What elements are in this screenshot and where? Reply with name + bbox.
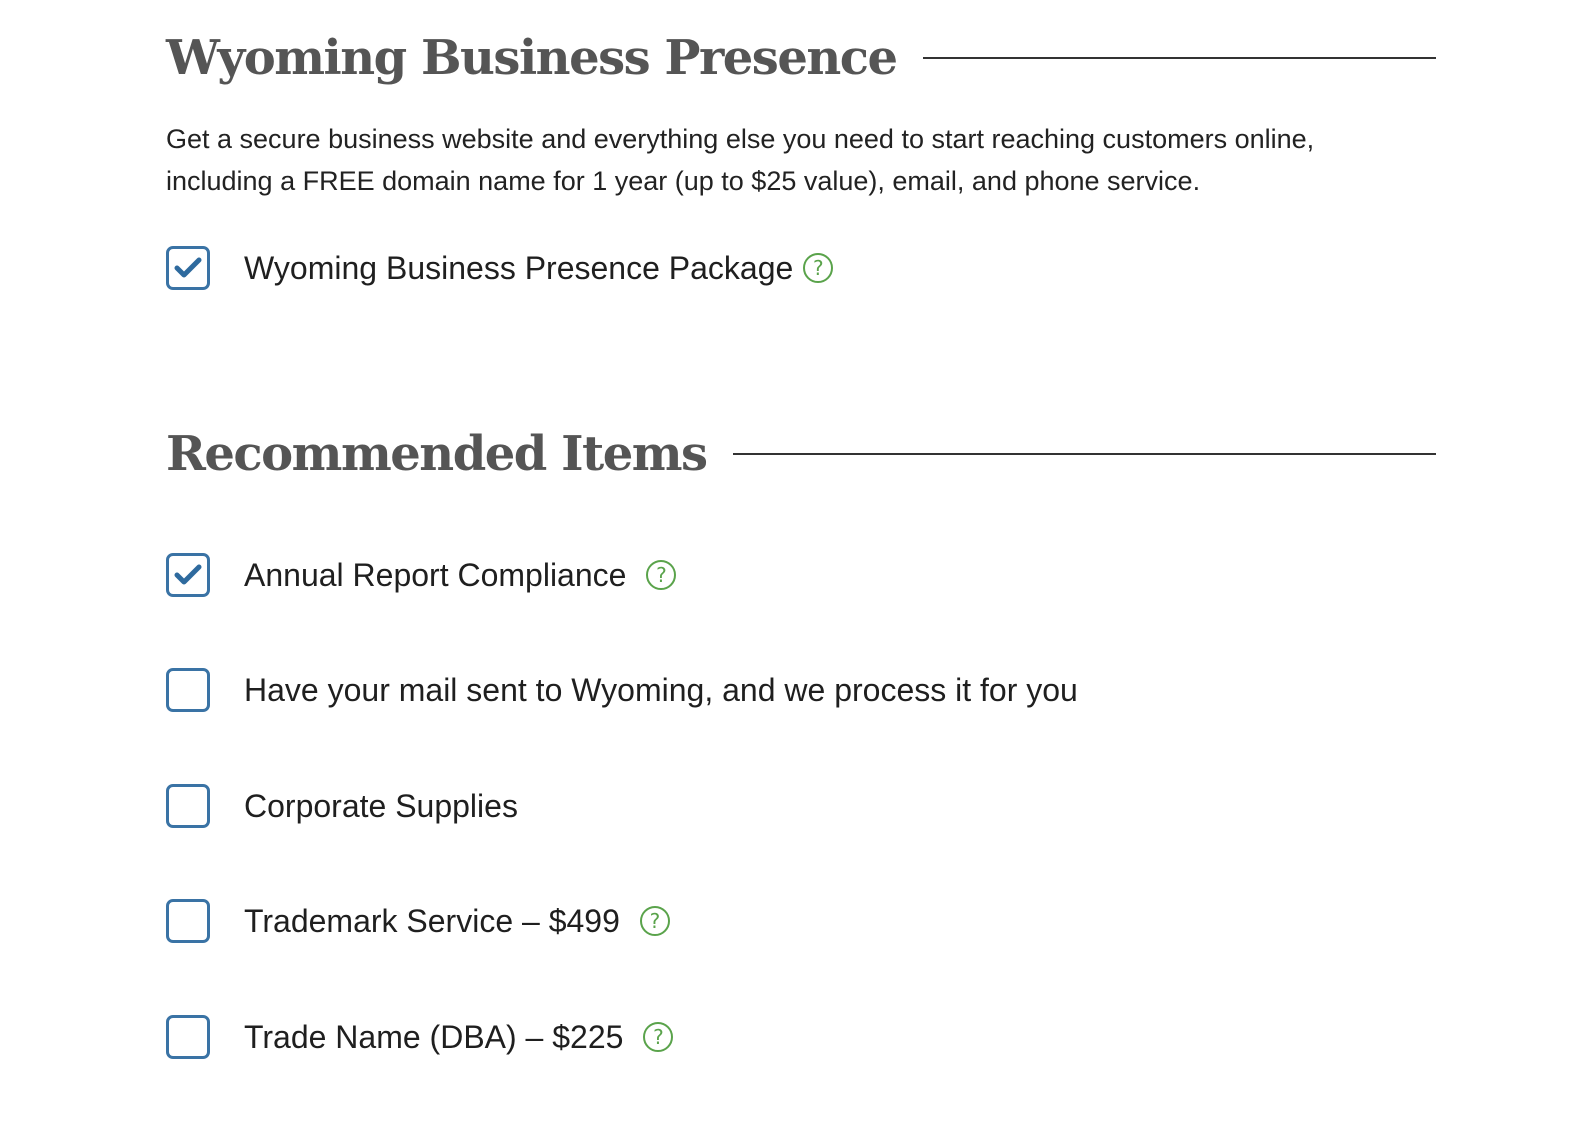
presence-package-checkbox[interactable] [166,246,210,290]
mail-forwarding-option[interactable]: Have your mail sent to Wyoming, and we p… [166,668,1078,712]
trademark-service-checkbox[interactable] [166,899,210,943]
checkmark-icon [174,257,202,278]
presence-description: Get a secure business website and everyt… [166,124,1315,196]
presence-section-title: Wyoming Business Presence [166,30,898,86]
annual-report-checkbox[interactable] [166,553,210,597]
question-circle-icon[interactable]: ? [646,560,677,590]
question-circle-icon[interactable]: ? [803,253,834,283]
question-circle-icon[interactable]: ? [643,1022,674,1052]
corporate-supplies-option[interactable]: Corporate Supplies [166,784,518,828]
annual-report-label: Annual Report Compliance [244,557,627,593]
trade-name-dba-checkbox[interactable] [166,1015,210,1059]
trademark-service-option[interactable]: Trademark Service – $499 ? [166,899,670,943]
trademark-service-label: Trademark Service – $499 [244,903,620,939]
recommended-section-heading: Recommended Items [166,430,1436,478]
annual-report-option[interactable]: Annual Report Compliance ? [166,553,677,597]
trade-name-dba-label: Trade Name (DBA) – $225 [244,1019,624,1055]
section-divider [922,57,1436,59]
checkmark-icon [174,564,202,585]
section-divider [732,453,1436,455]
presence-package-option[interactable]: Wyoming Business Presence Package ? [166,246,834,290]
recommended-section-title: Recommended Items [166,426,708,482]
corporate-supplies-checkbox[interactable] [166,784,210,828]
mail-forwarding-label: Have your mail sent to Wyoming, and we p… [244,672,1078,708]
trade-name-dba-option[interactable]: Trade Name (DBA) – $225 ? [166,1015,674,1059]
question-circle-icon[interactable]: ? [639,906,670,936]
mail-forwarding-checkbox[interactable] [166,668,210,712]
corporate-supplies-label: Corporate Supplies [244,788,518,824]
presence-package-label: Wyoming Business Presence Package [244,250,794,286]
presence-section-heading: Wyoming Business Presence [166,34,1436,82]
